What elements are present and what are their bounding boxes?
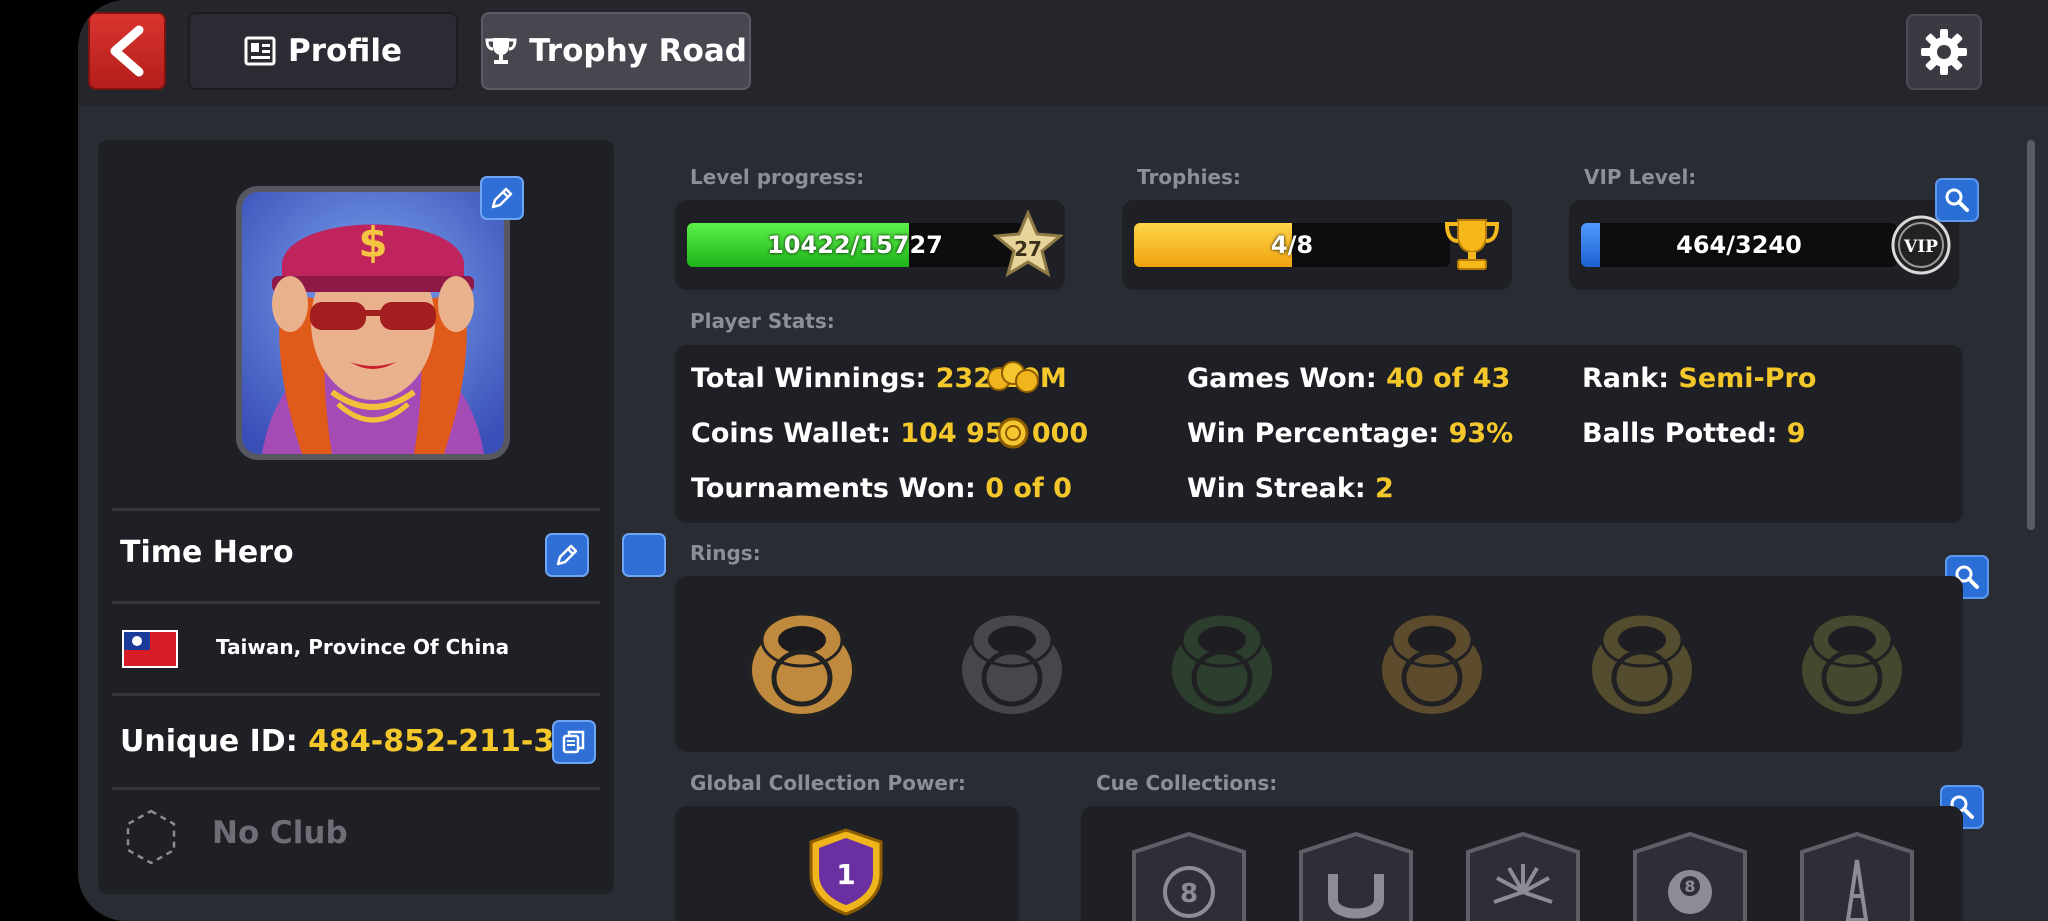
chevron-left-icon xyxy=(110,25,144,77)
edit-avatar-button[interactable] xyxy=(480,176,524,220)
coin-icon xyxy=(997,417,1029,449)
stat-balls-potted: Balls Potted: 9 xyxy=(1582,418,1806,449)
stat-value: Semi-Pro xyxy=(1678,363,1817,394)
laurel-8ball-icon[interactable]: 8 xyxy=(1629,830,1751,921)
copy-id-button[interactable] xyxy=(552,720,596,764)
divider xyxy=(112,601,600,604)
ring-item[interactable] xyxy=(950,600,1074,724)
search-icon xyxy=(1945,188,1969,212)
vip-level-label: VIP Level: xyxy=(1584,165,1697,189)
settings-button[interactable] xyxy=(1906,14,1982,90)
stat-label: Balls Potted: xyxy=(1582,418,1778,449)
cue-collections-label: Cue Collections: xyxy=(1096,771,1278,795)
profile-card-icon xyxy=(244,36,276,66)
vip-level-box: 464/3240 VIP xyxy=(1569,200,1959,290)
scrollbar[interactable] xyxy=(2027,140,2035,530)
vip-badge-icon: VIP xyxy=(1891,215,1951,275)
tab-profile-label: Profile xyxy=(288,33,402,69)
trophies-bar: 4/8 xyxy=(1134,223,1450,267)
fireworks-icon[interactable] xyxy=(1462,830,1584,921)
ring-item[interactable] xyxy=(1580,600,1704,724)
level-star-icon: 27 xyxy=(993,210,1063,278)
level-progress-bar: 10422/15727 xyxy=(687,223,1023,267)
country-name: Taiwan, Province Of China xyxy=(216,635,510,659)
stat-label: Coins Wallet: xyxy=(691,418,891,449)
level-number: 27 xyxy=(1014,237,1042,261)
vip-level-value: 464/3240 xyxy=(1676,231,1802,259)
stat-games-won: Games Won: 40 of 43 xyxy=(1187,363,1510,394)
pencil-icon xyxy=(556,544,578,566)
gear-icon xyxy=(1921,29,1967,75)
stat-value: 0 of 0 xyxy=(985,473,1072,504)
back-button[interactable] xyxy=(88,12,166,90)
stat-label: Win Streak: xyxy=(1187,473,1366,504)
avatar-portrait: $ xyxy=(242,192,504,454)
tab-trophy-road[interactable]: Trophy Road xyxy=(481,12,751,90)
tab-trophy-road-label: Trophy Road xyxy=(529,33,747,69)
profile-panel: $ Time Hero Taiwan, Province Of China Un… xyxy=(98,140,666,894)
unique-id-label: Unique ID: xyxy=(120,724,298,759)
trophies-label: Trophies: xyxy=(1137,165,1241,189)
edit-name-button[interactable] xyxy=(545,533,589,577)
pencil-icon xyxy=(491,187,513,209)
coin-stack-icon xyxy=(987,361,1039,393)
copy-icon xyxy=(562,730,585,754)
svg-text:$: $ xyxy=(358,218,387,267)
stat-value: 40 of 43 xyxy=(1386,363,1511,394)
trophy-icon xyxy=(1444,219,1500,270)
global-collection-box: 1 xyxy=(675,806,1019,921)
club-name[interactable]: No Club xyxy=(212,815,348,851)
country-flag xyxy=(122,630,178,668)
club-placeholder-icon xyxy=(126,809,176,865)
horseshoe-icon[interactable] xyxy=(1295,830,1417,921)
unique-id-value: 484-852-211-3 xyxy=(308,724,555,759)
collection-power-shield-icon: 1 xyxy=(809,828,883,916)
stat-rank: Rank: Semi-Pro xyxy=(1582,363,1816,394)
rings-box xyxy=(675,576,1963,752)
ring-item[interactable] xyxy=(1370,600,1494,724)
player-stats-box: Total Winnings: 232.10M Coins Wallet: 10… xyxy=(675,345,1963,523)
stat-label: Tournaments Won: xyxy=(691,473,976,504)
level-progress-label: Level progress: xyxy=(690,165,865,189)
divider xyxy=(112,787,600,790)
trophies-value: 4/8 xyxy=(1270,231,1314,259)
trophies-box: 4/8 xyxy=(1122,200,1512,290)
unique-id: Unique ID: 484-852-211-3 xyxy=(120,724,554,759)
global-collection-label: Global Collection Power: xyxy=(690,771,966,795)
trophy-icon xyxy=(485,38,517,64)
stat-value: 9 xyxy=(1786,418,1806,449)
pixel-8ball-icon[interactable]: 8 xyxy=(1128,830,1250,921)
stat-label: Win Percentage: xyxy=(1187,418,1440,449)
divider xyxy=(112,693,600,696)
stat-label: Games Won: xyxy=(1187,363,1377,394)
collection-power-value: 1 xyxy=(836,858,855,891)
level-progress-box: 10422/15727 27 xyxy=(675,200,1065,290)
ring-item[interactable] xyxy=(1160,600,1284,724)
avatar[interactable]: $ xyxy=(236,186,510,460)
vip-level-bar: 464/3240 xyxy=(1581,223,1897,267)
divider xyxy=(112,508,600,511)
tab-profile[interactable]: Profile xyxy=(188,12,458,90)
edit-name-button[interactable] xyxy=(622,533,666,577)
ring-item[interactable] xyxy=(740,600,864,724)
vip-badge-text: VIP xyxy=(1903,237,1938,257)
player-stats-label: Player Stats: xyxy=(690,309,835,333)
level-progress-value: 10422/15727 xyxy=(767,231,943,259)
stat-value: 2 xyxy=(1375,473,1394,504)
stat-tournaments-won: Tournaments Won: 0 of 0 xyxy=(691,473,1072,504)
stat-win-percentage: Win Percentage: 93% xyxy=(1187,418,1513,449)
vip-info-button[interactable] xyxy=(1935,178,1979,222)
player-name: Time Hero xyxy=(120,535,294,570)
profile-screen: Profile Trophy Road $ Time Hero Taiwan, … xyxy=(78,0,2048,921)
stat-label: Rank: xyxy=(1582,363,1669,394)
stat-value: 93% xyxy=(1448,418,1514,449)
ring-item[interactable] xyxy=(1790,600,1914,724)
svg-text:8: 8 xyxy=(1684,877,1695,896)
rings-label: Rings: xyxy=(690,541,761,565)
stat-win-streak: Win Streak: 2 xyxy=(1187,473,1394,504)
svg-text:8: 8 xyxy=(1180,879,1198,909)
stat-label: Total Winnings: xyxy=(691,363,927,394)
top-bar: Profile Trophy Road xyxy=(78,0,2048,106)
paris-icon[interactable] xyxy=(1796,830,1918,921)
